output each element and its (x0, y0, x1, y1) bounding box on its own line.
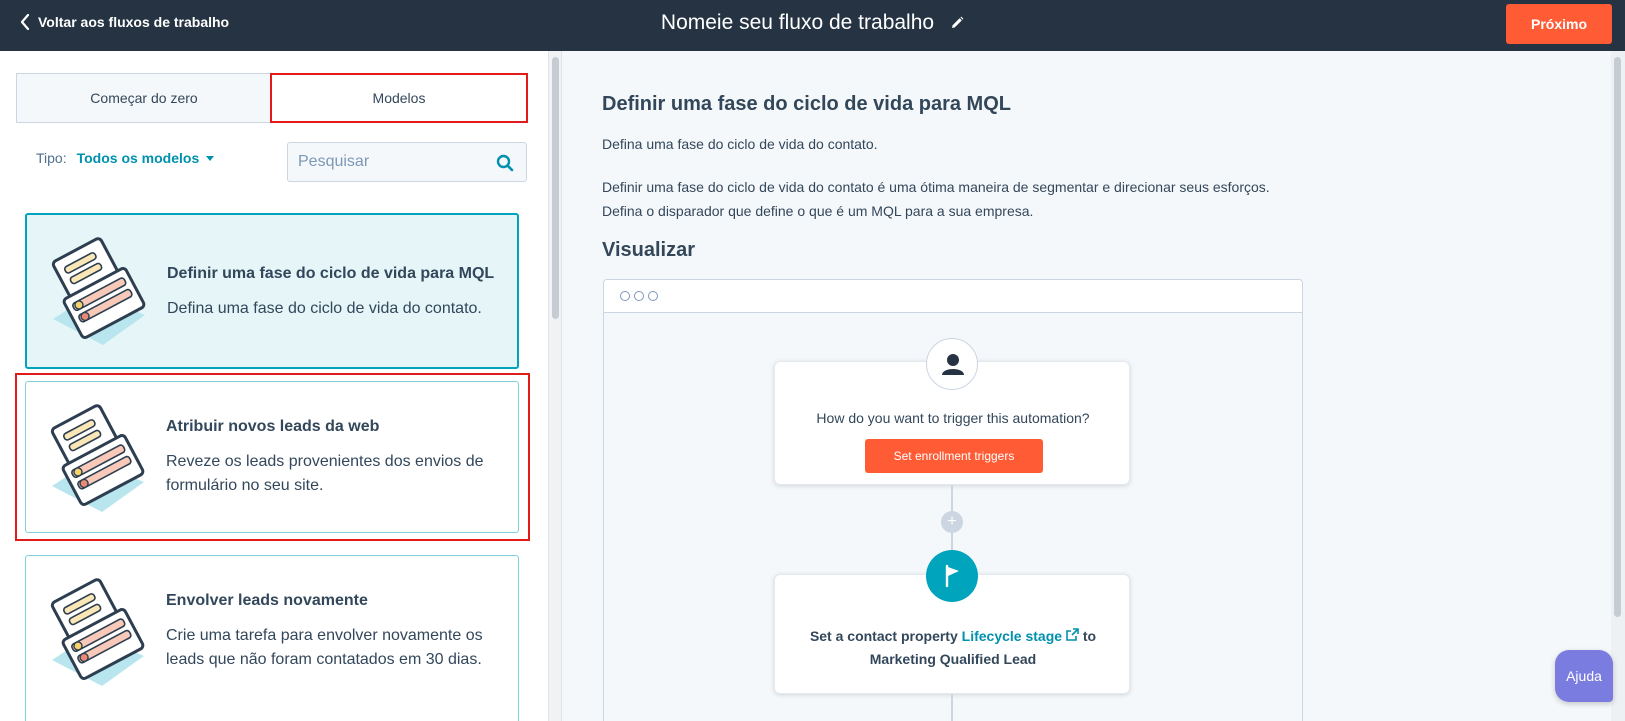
template-illustration-icon (50, 404, 145, 512)
workflow-name[interactable]: Nomeie seu fluxo de trabalho (661, 11, 964, 35)
template-card[interactable]: Atribuir novos leads da web Reveze os le… (25, 381, 519, 533)
add-action-plus-icon[interactable]: + (941, 511, 963, 533)
person-icon (942, 354, 964, 375)
detail-description: Definir uma fase do ciclo de vida do con… (602, 175, 1302, 223)
detail-description-line: Definir uma fase do ciclo de vida do con… (602, 179, 1270, 195)
workflow-preview: How do you want to trigger this automati… (603, 279, 1303, 721)
template-description: Reveze os leads provenientes dos envios … (166, 453, 484, 494)
action-flag-icon (926, 550, 978, 602)
action-value: Marketing Qualified Lead (869, 651, 1037, 667)
visualize-heading: Visualizar (602, 239, 696, 261)
preview-window-bar (604, 280, 1302, 313)
detail-subtitle: Defina uma fase do ciclo de vida do cont… (602, 136, 878, 152)
search-input[interactable] (298, 143, 488, 181)
template-card[interactable]: Definir uma fase do ciclo de vida para M… (25, 213, 519, 369)
window-dot-icon (634, 291, 644, 301)
type-filter-label: Tipo: (36, 150, 67, 166)
template-description: Crie uma tarefa para envolver novamente … (166, 627, 483, 668)
mode-tabs: Começar do zero Modelos (16, 73, 528, 123)
type-filter-dropdown[interactable]: Todos os modelos (77, 150, 215, 166)
template-detail-panel: Definir uma fase do ciclo de vida para M… (562, 51, 1611, 721)
connector-line (951, 694, 953, 721)
pencil-icon[interactable] (950, 16, 964, 30)
help-button[interactable]: Ajuda (1555, 650, 1613, 702)
type-filter: Tipo: Todos os modelos (36, 150, 215, 166)
detail-description-line: Defina o disparador que define o que é u… (602, 203, 1034, 219)
window-dot-icon (620, 291, 630, 301)
tab-templates[interactable]: Modelos (270, 73, 528, 123)
template-title: Envolver leads novamente (166, 592, 368, 609)
contact-icon (926, 338, 978, 390)
back-to-workflows-link[interactable]: Voltar aos fluxos de trabalho (20, 14, 229, 30)
action-description: Set a contact property Lifecycle stage t… (775, 625, 1131, 671)
search-box (287, 142, 527, 182)
lifecycle-stage-link-label: Lifecycle stage (961, 628, 1063, 644)
chevron-left-icon (20, 14, 30, 30)
action-prefix: Set a contact property (809, 628, 958, 644)
back-link-label: Voltar aos fluxos de trabalho (38, 14, 230, 30)
template-illustration-icon (51, 237, 146, 345)
top-bar: Voltar aos fluxos de trabalho Nomeie seu… (0, 0, 1625, 51)
template-illustration-icon (50, 578, 145, 686)
detail-title: Definir uma fase do ciclo de vida para M… (602, 93, 1011, 115)
lifecycle-stage-link[interactable]: Lifecycle stage (962, 628, 1079, 644)
window-dot-icon (648, 291, 658, 301)
type-filter-value: Todos os modelos (76, 150, 200, 166)
external-link-icon (1066, 628, 1079, 641)
action-suffix: to (1082, 628, 1097, 644)
workflow-name-label: Nomeie seu fluxo de trabalho (660, 11, 935, 34)
template-description: Defina uma fase do ciclo de vida do cont… (167, 300, 482, 317)
scrollbar-thumb[interactable] (1614, 57, 1621, 617)
caret-down-icon (206, 155, 215, 161)
scrollbar-thumb[interactable] (552, 57, 559, 319)
tab-start-from-scratch[interactable]: Começar do zero (17, 74, 271, 122)
template-list-panel: Começar do zero Modelos Tipo: Todos os m… (0, 51, 548, 721)
template-title: Definir uma fase do ciclo de vida para M… (167, 265, 495, 282)
right-panel-scrollbar[interactable] (1611, 51, 1625, 721)
left-panel-scrollbar[interactable] (548, 51, 562, 721)
template-title: Atribuir novos leads da web (166, 418, 380, 435)
template-card[interactable]: Envolver leads novamente Crie uma tarefa… (25, 555, 519, 721)
next-button[interactable]: Próximo (1506, 4, 1612, 44)
trigger-question: How do you want to trigger this automati… (816, 410, 1090, 426)
set-enrollment-triggers-button[interactable]: Set enrollment triggers (865, 439, 1043, 473)
search-icon[interactable] (496, 154, 514, 172)
flag-icon (945, 564, 959, 588)
